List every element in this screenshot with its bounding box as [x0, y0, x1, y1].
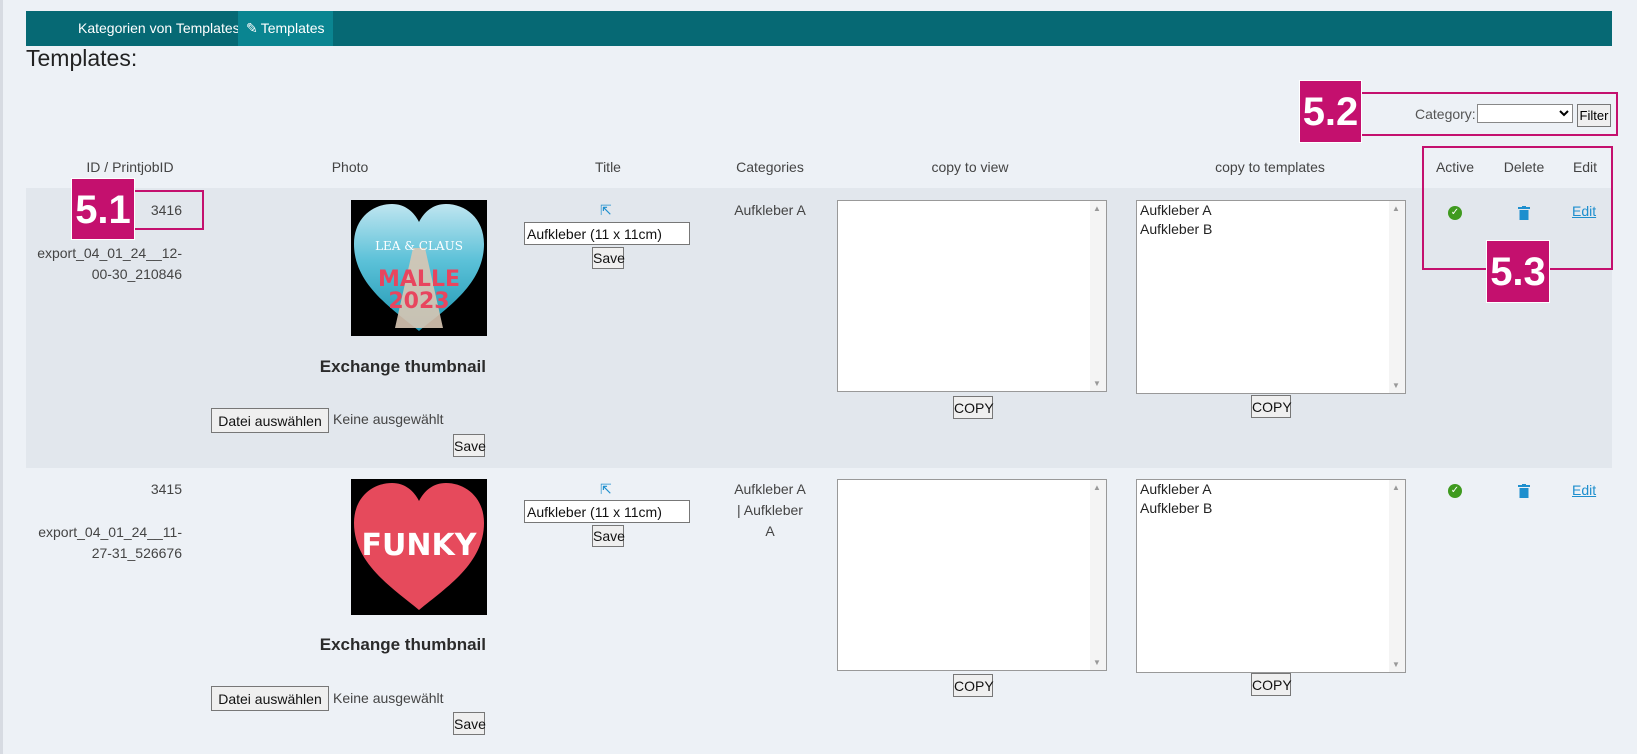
printjob-id-line: export_04_01_24__12- [37, 245, 182, 261]
column-header-id: ID / PrintjobID [86, 159, 174, 175]
tab-templates[interactable]: ✎ Templates [238, 11, 333, 46]
active-check-icon[interactable]: ✓ [1448, 484, 1462, 498]
title-input[interactable] [524, 222, 690, 245]
list-option[interactable]: Aufkleber A [1137, 480, 1405, 499]
annotation-label-5-2: 5.2 [1299, 80, 1362, 143]
copy-to-view-button[interactable]: COPY [953, 396, 994, 419]
save-title-button[interactable]: Save [592, 525, 625, 547]
copy-to-templates-list[interactable]: Aufkleber A Aufkleber B [1136, 200, 1406, 394]
annotation-label-5-1: 5.1 [71, 178, 135, 240]
column-header-copy-to-view: copy to view [931, 159, 1009, 175]
column-header-photo: Photo [331, 159, 369, 175]
exchange-thumbnail-label: Exchange thumbnail [319, 635, 486, 654]
categories-text: Aufkleber A [720, 200, 820, 221]
annotation-label-5-3: 5.3 [1486, 240, 1550, 303]
save-photo-button[interactable]: Save [453, 712, 486, 735]
save-photo-button[interactable]: Save [453, 434, 486, 457]
file-status: Keine ausgewählt [333, 690, 444, 706]
categories-line: Aufkleber A [734, 202, 806, 218]
photo-text: FUNKY [362, 528, 478, 563]
top-navigation: Kategorien von Templates ✎ Templates [26, 11, 1612, 46]
printjob-id-line: 27-31_526676 [91, 545, 182, 561]
left-border [0, 0, 3, 754]
template-id: 3415 [150, 481, 182, 497]
printjob-id-line: export_04_01_24__11- [38, 524, 182, 540]
external-link-icon[interactable]: ⇱ [600, 481, 612, 498]
categories-line: | Aufkleber [737, 502, 803, 518]
scrollbar[interactable] [1090, 480, 1106, 670]
edit-link[interactable]: Edit [1572, 482, 1596, 498]
template-thumbnail: LEA & CLAUS MALLE 2023 [351, 200, 487, 336]
trash-icon[interactable] [1518, 484, 1530, 498]
copy-to-templates-button[interactable]: COPY [1251, 395, 1292, 418]
save-title-button[interactable]: Save [592, 247, 625, 269]
column-header-categories: Categories [736, 159, 804, 175]
copy-to-view-list[interactable] [837, 479, 1107, 671]
scrollbar[interactable] [1090, 201, 1106, 391]
exchange-thumbnail-label: Exchange thumbnail [319, 357, 486, 376]
printjob-id-line: 00-30_210846 [91, 266, 182, 282]
scrollbar[interactable] [1389, 480, 1405, 672]
list-option[interactable]: Aufkleber B [1137, 220, 1405, 239]
choose-file-button[interactable]: Datei auswählen [211, 408, 329, 433]
tab-template-categories[interactable]: Kategorien von Templates [70, 11, 248, 46]
column-header-copy-to-templates: copy to templates [1215, 159, 1325, 175]
copy-to-templates-button[interactable]: COPY [1251, 673, 1292, 696]
list-option[interactable]: Aufkleber A [1137, 201, 1405, 220]
printjob-id: export_04_01_24__12- 00-30_210846 [20, 243, 182, 285]
copy-to-templates-list[interactable]: Aufkleber A Aufkleber B [1136, 479, 1406, 673]
scrollbar[interactable] [1389, 201, 1405, 393]
categories-line: Aufkleber A [734, 481, 806, 497]
title-input[interactable] [524, 500, 690, 523]
file-status: Keine ausgewählt [333, 411, 444, 427]
choose-file-button[interactable]: Datei auswählen [211, 686, 329, 711]
printjob-id: export_04_01_24__11- 27-31_526676 [20, 522, 182, 564]
categories-line: A [765, 523, 775, 539]
list-option[interactable]: Aufkleber B [1137, 499, 1405, 518]
tab-templates-label: Templates [260, 20, 325, 36]
categories-text: Aufkleber A | Aufkleber A [720, 479, 820, 542]
edit-icon: ✎ [246, 20, 258, 36]
photo-text: LEA & CLAUS [375, 239, 463, 253]
column-header-title: Title [595, 159, 621, 175]
copy-to-view-list[interactable] [837, 200, 1107, 392]
copy-to-view-button[interactable]: COPY [953, 674, 994, 697]
photo-text: 2023 [388, 289, 449, 314]
external-link-icon[interactable]: ⇱ [600, 202, 612, 219]
template-thumbnail: FUNKY [351, 479, 487, 615]
page-title: Templates: [26, 45, 138, 71]
